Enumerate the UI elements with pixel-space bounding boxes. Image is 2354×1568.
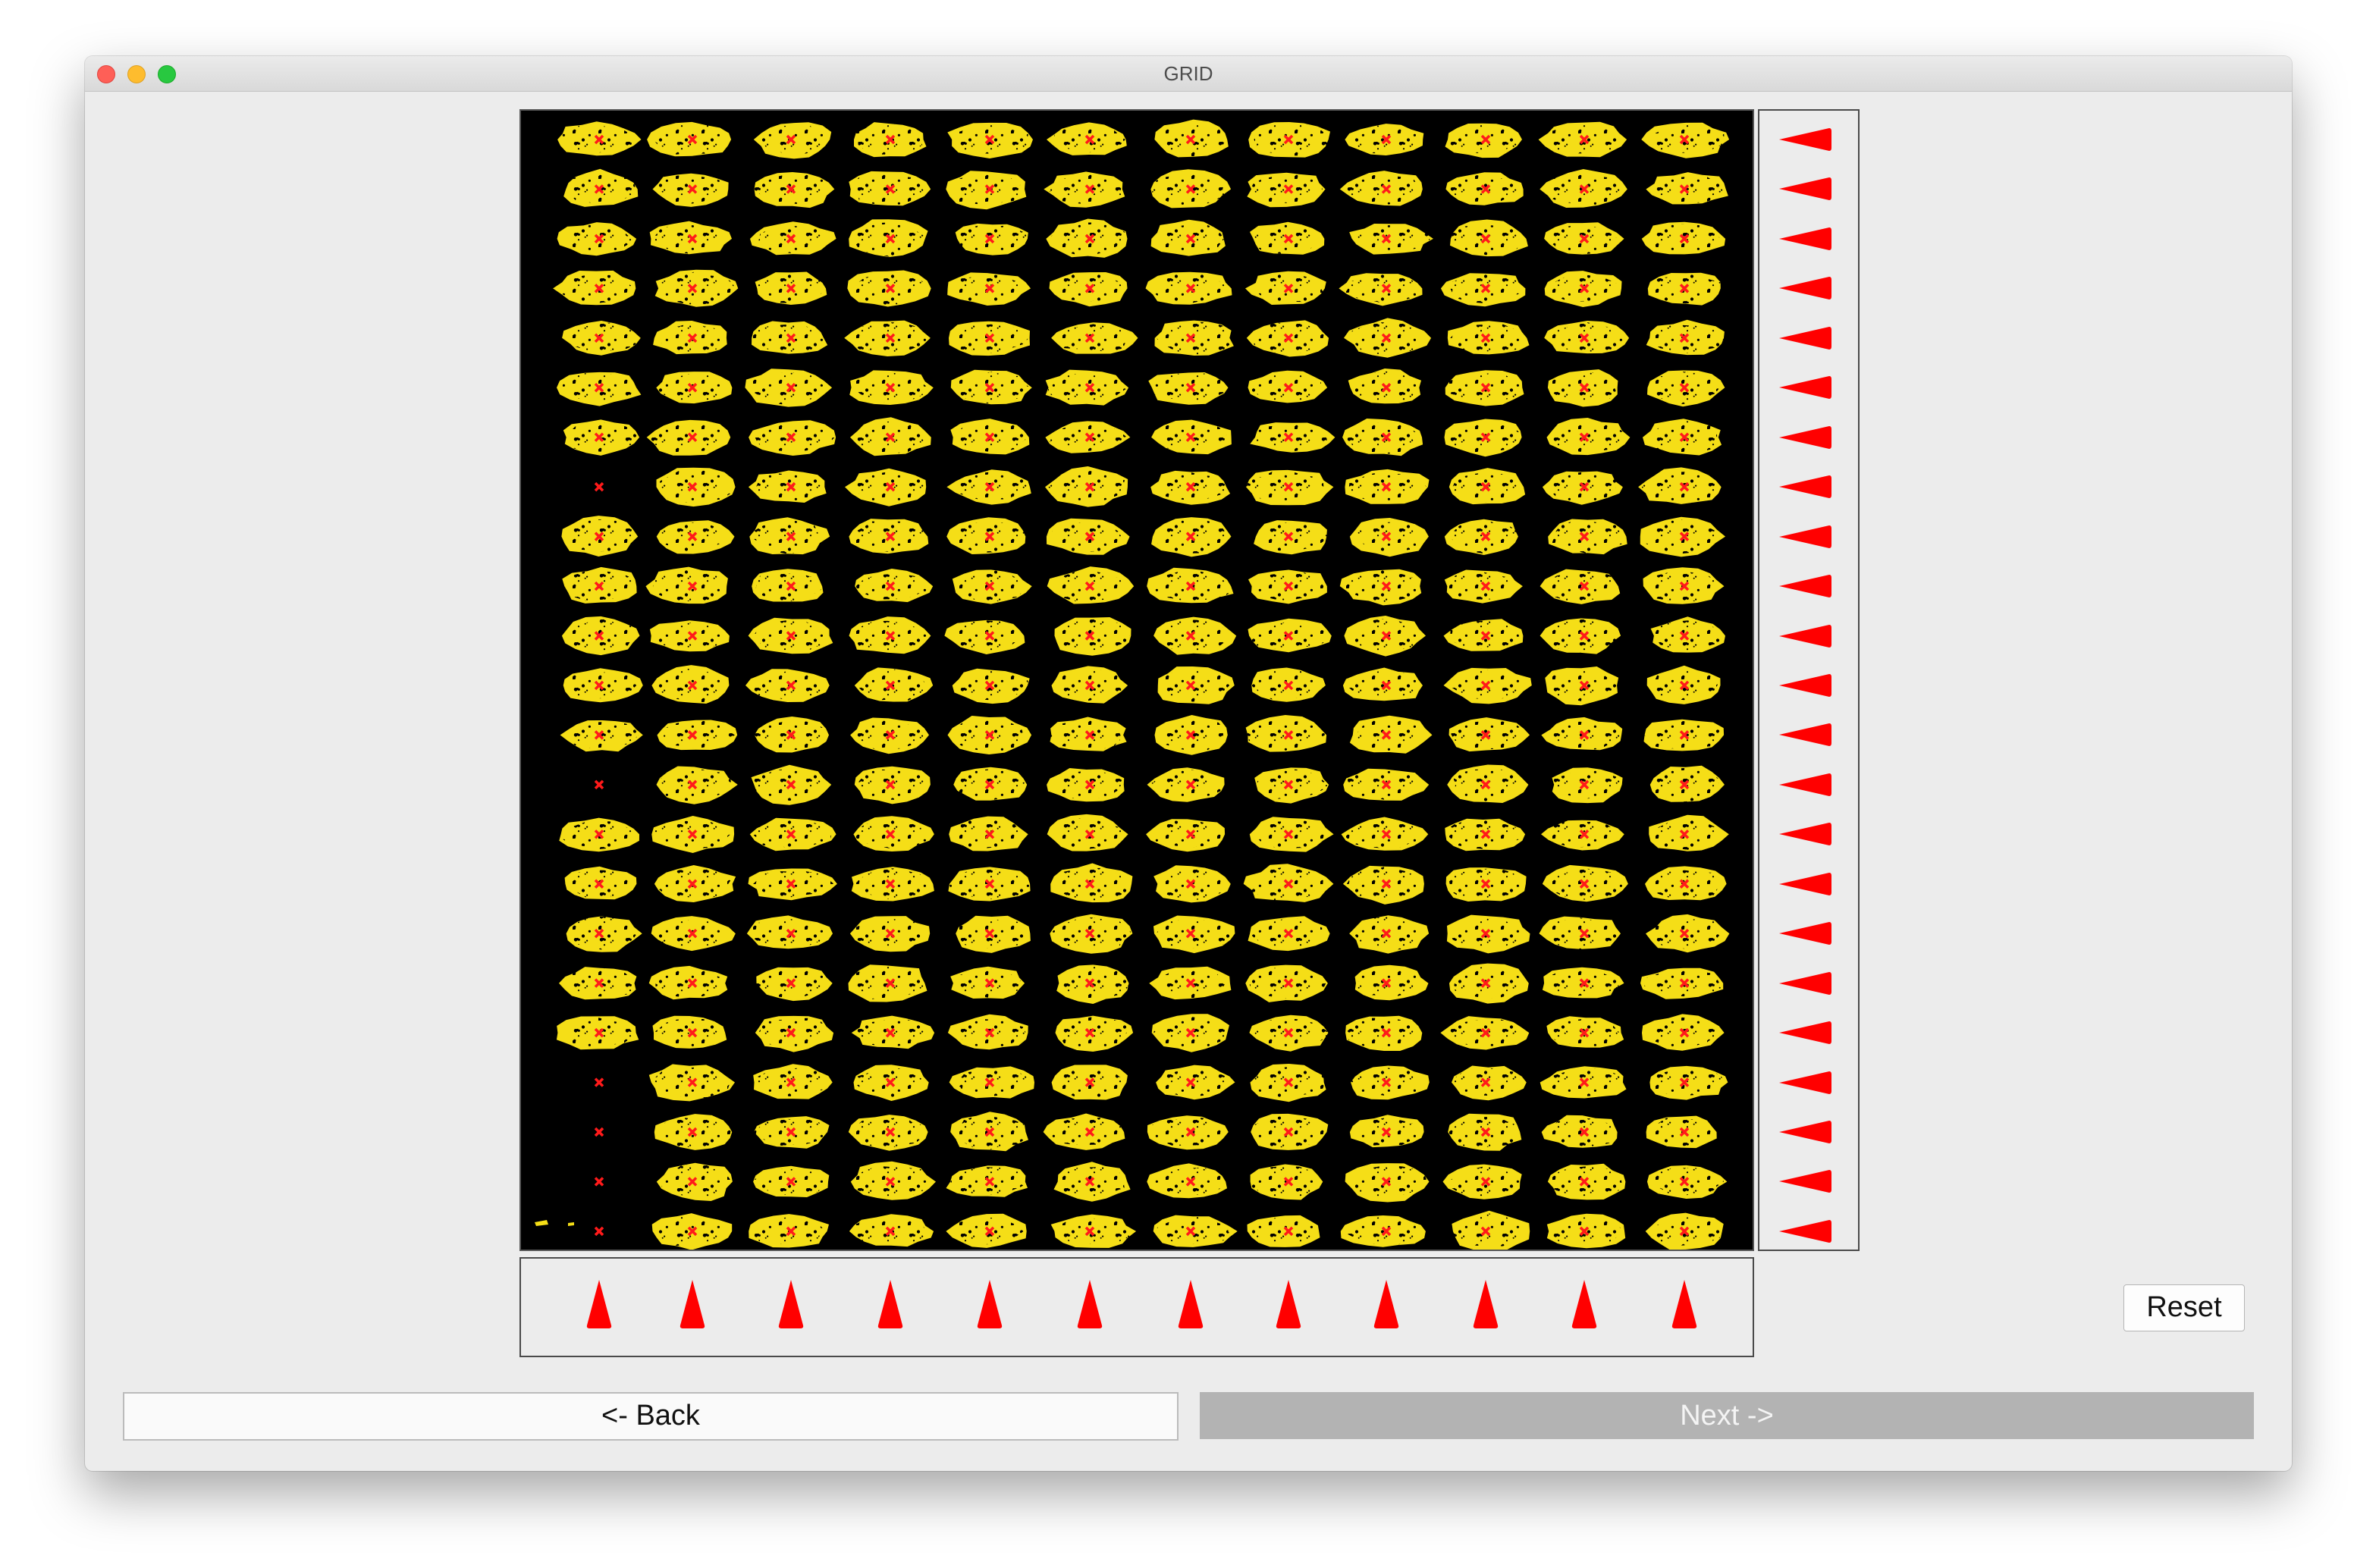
row-marker[interactable] bbox=[1778, 424, 1832, 451]
row-marker[interactable] bbox=[1778, 473, 1832, 500]
row-marker[interactable] bbox=[1778, 771, 1832, 798]
cell-center-marker bbox=[594, 1077, 604, 1087]
grid-cell-texture bbox=[654, 622, 727, 649]
row-marker[interactable] bbox=[1778, 523, 1832, 550]
column-marker[interactable] bbox=[975, 1278, 1005, 1330]
grid-cell-texture bbox=[1158, 422, 1227, 452]
grid-image[interactable] bbox=[521, 111, 1753, 1250]
reset-button[interactable]: Reset bbox=[2123, 1284, 2245, 1331]
grid-cell-texture bbox=[567, 721, 639, 750]
cell-center-marker bbox=[594, 1226, 604, 1237]
column-marker[interactable] bbox=[1175, 1278, 1206, 1330]
grid-cell-texture bbox=[1648, 1069, 1725, 1096]
row-marker[interactable] bbox=[1778, 1168, 1832, 1195]
row-marker[interactable] bbox=[1778, 175, 1832, 202]
next-button[interactable]: Next -> bbox=[1200, 1392, 2254, 1439]
column-marker[interactable] bbox=[677, 1278, 708, 1330]
grid-cell-texture bbox=[1054, 324, 1130, 352]
row-marker[interactable] bbox=[1778, 274, 1832, 302]
cell-center-marker bbox=[594, 1177, 604, 1187]
row-marker[interactable] bbox=[1778, 820, 1832, 848]
row-marker[interactable] bbox=[1778, 970, 1832, 997]
row-marker[interactable] bbox=[1778, 126, 1832, 153]
grid-cell-texture bbox=[1641, 471, 1720, 503]
row-marker[interactable] bbox=[1778, 721, 1832, 748]
grid-cell-texture bbox=[1346, 867, 1418, 900]
column-marker[interactable] bbox=[1371, 1278, 1401, 1330]
row-marker-panel[interactable] bbox=[1758, 109, 1860, 1251]
column-marker[interactable] bbox=[1075, 1278, 1105, 1330]
cell-center-marker bbox=[594, 1127, 604, 1137]
row-marker[interactable] bbox=[1778, 374, 1832, 401]
row-marker[interactable] bbox=[1778, 1218, 1832, 1245]
grid-image-view[interactable] bbox=[519, 109, 1754, 1251]
row-marker[interactable] bbox=[1778, 1019, 1832, 1046]
column-marker[interactable] bbox=[1273, 1278, 1304, 1330]
column-marker[interactable] bbox=[584, 1278, 614, 1330]
row-marker[interactable] bbox=[1778, 325, 1832, 352]
grid-fragment bbox=[535, 1220, 574, 1226]
column-marker[interactable] bbox=[1470, 1278, 1501, 1330]
row-marker[interactable] bbox=[1778, 672, 1832, 699]
row-marker[interactable] bbox=[1778, 225, 1832, 252]
column-marker-panel[interactable] bbox=[519, 1257, 1754, 1357]
column-marker[interactable] bbox=[1569, 1278, 1599, 1330]
app-window: GRID Reset <- Back Next -> bbox=[85, 56, 2292, 1471]
row-marker[interactable] bbox=[1778, 572, 1832, 600]
column-marker[interactable] bbox=[875, 1278, 906, 1330]
cell-center-marker bbox=[594, 481, 604, 492]
grid-cell-texture bbox=[949, 174, 1021, 205]
back-button[interactable]: <- Back bbox=[123, 1392, 1179, 1441]
row-marker[interactable] bbox=[1778, 1069, 1832, 1096]
row-marker[interactable] bbox=[1778, 870, 1832, 898]
row-marker[interactable] bbox=[1778, 1118, 1832, 1146]
cell-center-marker bbox=[594, 779, 604, 790]
column-marker[interactable] bbox=[1669, 1278, 1700, 1330]
window-title: GRID bbox=[1163, 62, 1213, 85]
row-marker[interactable] bbox=[1778, 622, 1832, 650]
grid-cell-texture bbox=[1059, 1017, 1130, 1048]
row-marker[interactable] bbox=[1778, 920, 1832, 947]
title-bar: GRID bbox=[85, 56, 2292, 92]
column-marker[interactable] bbox=[776, 1278, 806, 1330]
